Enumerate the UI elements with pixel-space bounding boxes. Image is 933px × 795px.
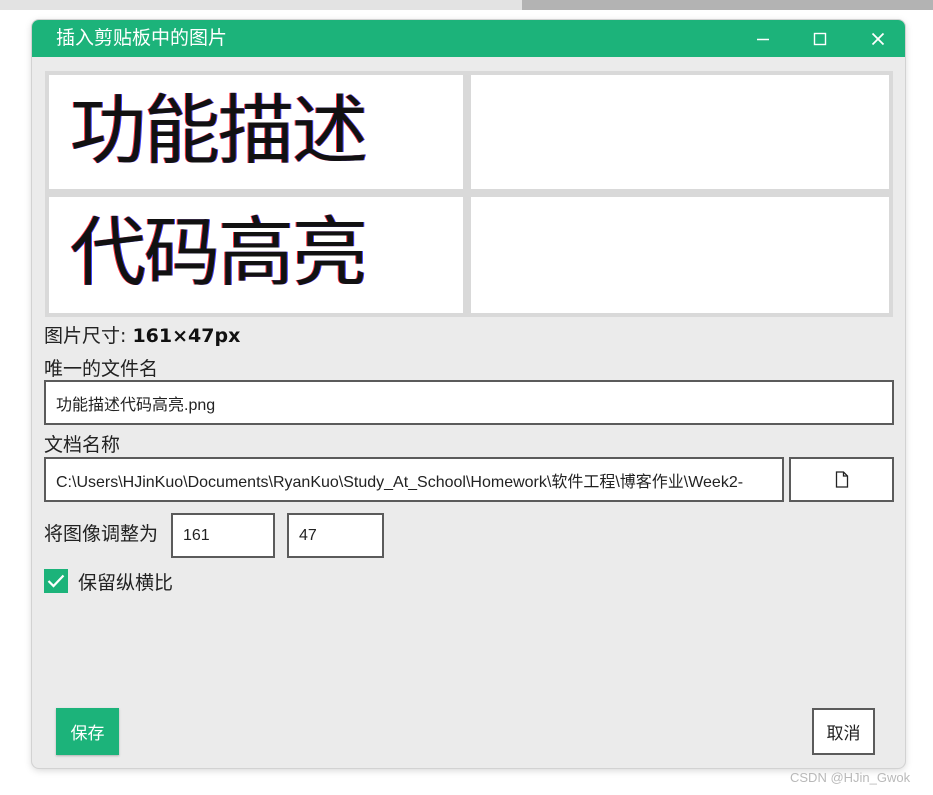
filename-value: 功能描述代码高亮.png [56, 396, 216, 414]
image-size-row: 图片尺寸: 161×47px [44, 324, 240, 348]
preview-text-row1: 功能描述 [70, 86, 368, 175]
filename-field[interactable]: 功能描述代码高亮.png [44, 380, 894, 425]
cancel-button[interactable]: 取消 [812, 708, 875, 755]
keep-aspect-label[interactable]: 保留纵横比 [78, 571, 173, 595]
file-icon [835, 471, 848, 488]
preview-cell-1: 功能描述 [49, 75, 463, 189]
preview-text-row2: 代码高亮 [70, 208, 368, 297]
resize-height-input[interactable]: 47 [287, 513, 384, 558]
minimize-button[interactable] [743, 20, 783, 57]
docname-value: C:\Users\HJinKuo\Documents\RyanKuo\Study… [56, 473, 744, 491]
preview-cell-4 [471, 197, 889, 313]
checkmark-icon [47, 574, 65, 588]
resize-label: 将图像调整为 [44, 523, 159, 545]
docname-label: 文档名称 [44, 434, 121, 456]
resize-height-value: 47 [299, 526, 317, 544]
dialog-title: 插入剪贴板中的图片 [56, 27, 228, 49]
preview-cell-2 [471, 75, 889, 189]
preview-cell-3: 代码高亮 [49, 197, 463, 313]
background-left-strip [0, 0, 522, 10]
close-icon [871, 32, 885, 45]
filename-label: 唯一的文件名 [44, 358, 159, 380]
csdn-watermark: CSDN @HJin_Gwok [790, 770, 911, 785]
close-button[interactable] [858, 20, 898, 57]
background-right-strip [522, 0, 933, 10]
image-size-value: 161×47px [132, 325, 241, 347]
keep-aspect-checkbox[interactable] [44, 569, 68, 593]
image-preview: 功能描述 代码高亮 [45, 71, 893, 317]
resize-width-input[interactable]: 161 [171, 513, 275, 558]
docname-field[interactable]: C:\Users\HJinKuo\Documents\RyanKuo\Study… [44, 457, 784, 502]
maximize-icon [813, 32, 827, 45]
title-bar: 插入剪贴板中的图片 [32, 20, 905, 57]
browse-button[interactable] [789, 457, 894, 502]
image-size-label: 图片尺寸: [44, 325, 127, 347]
resize-width-value: 161 [183, 526, 210, 544]
minimize-icon [757, 38, 769, 40]
insert-image-dialog: 插入剪贴板中的图片 功能描述 代码高亮 图片尺寸: 161×47px 唯一的文件… [32, 20, 905, 768]
maximize-button[interactable] [800, 20, 840, 57]
save-button[interactable]: 保存 [56, 708, 119, 755]
